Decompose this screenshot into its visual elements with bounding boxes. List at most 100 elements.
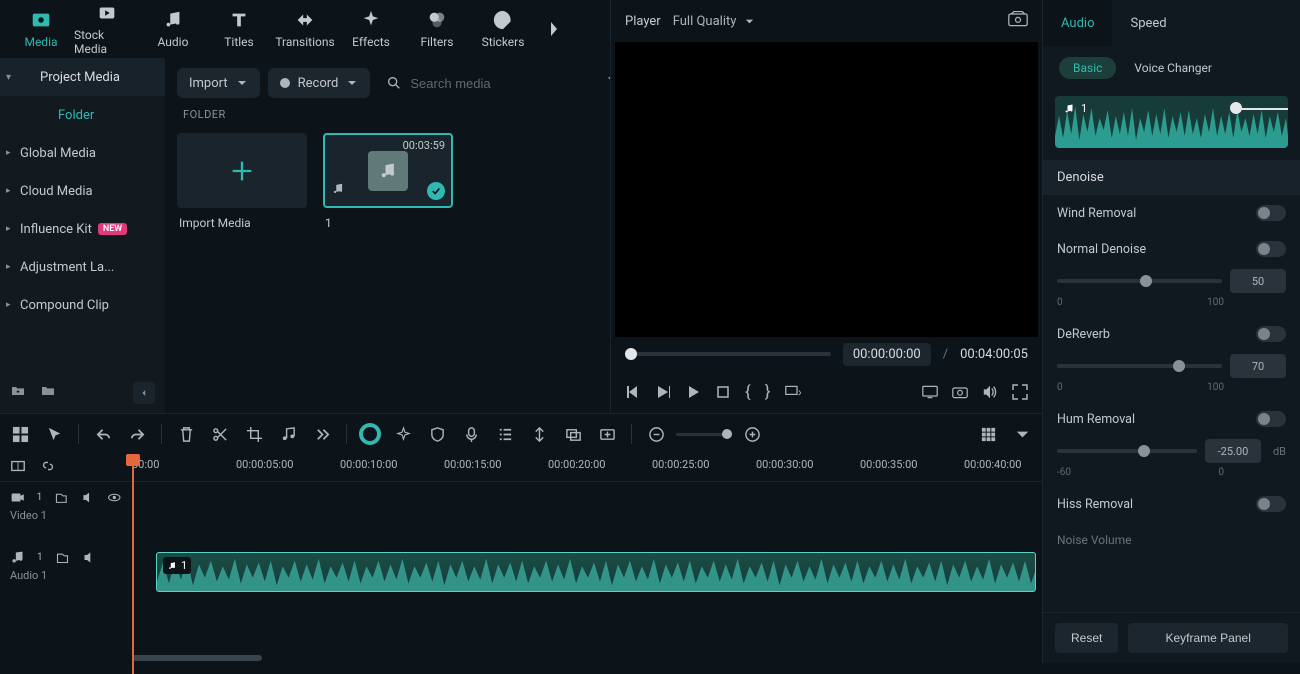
play-icon[interactable] (685, 384, 701, 400)
prev-frame-icon[interactable] (625, 384, 641, 400)
ratio-dropdown[interactable] (785, 384, 801, 400)
tab-stock-media[interactable]: Stock Media (74, 0, 140, 58)
link-icon[interactable] (40, 458, 56, 478)
ai-face-icon[interactable] (359, 423, 381, 445)
marker-icon[interactable] (527, 422, 551, 446)
timecode-current[interactable]: 00:00:00:00 (843, 343, 931, 366)
waveform-preview[interactable]: 1 (1055, 96, 1288, 148)
mark-in-icon[interactable]: { (745, 382, 751, 402)
reset-button[interactable]: Reset (1055, 623, 1118, 653)
import-dropdown[interactable]: Import (177, 68, 260, 98)
hum-value[interactable]: -25.00 (1205, 439, 1261, 463)
crop-icon[interactable] (242, 422, 266, 446)
add-track-icon[interactable] (595, 422, 619, 446)
zoom-slider[interactable] (676, 433, 732, 436)
search-icon (386, 75, 402, 91)
tab-audio[interactable]: Audio (140, 0, 206, 58)
subtab-basic[interactable]: Basic (1059, 57, 1116, 79)
normal-denoise-value[interactable]: 50 (1230, 269, 1286, 293)
slider-normal-denoise[interactable] (1057, 279, 1222, 283)
dereverb-value[interactable]: 70 (1230, 354, 1286, 378)
undo-icon[interactable] (91, 422, 115, 446)
scrub-handle[interactable] (625, 348, 637, 360)
volume-icon[interactable] (982, 384, 998, 400)
redo-icon[interactable] (125, 422, 149, 446)
quality-dropdown[interactable]: Full Quality (673, 14, 756, 29)
slider-hum-removal[interactable] (1057, 449, 1197, 453)
keyframe-panel-button[interactable]: Keyframe Panel (1128, 623, 1288, 653)
media-clip-tile[interactable]: 00:03:59 1 (323, 133, 453, 230)
video-track-header[interactable]: 1 Video 1 (0, 482, 132, 542)
camera-icon[interactable] (952, 384, 968, 400)
track-options-icon[interactable] (1010, 422, 1034, 446)
shield-icon[interactable] (425, 422, 449, 446)
play-pause-icon[interactable] (655, 384, 671, 400)
audio-clip[interactable]: 1 (156, 552, 1036, 592)
playback-scrubber[interactable] (625, 352, 831, 356)
display-icon[interactable] (922, 384, 938, 400)
record-dropdown[interactable]: Record (268, 68, 371, 98)
tab-transitions[interactable]: Transitions (272, 0, 338, 58)
sidebar-item-compound-clip[interactable]: ▸ Compound Clip (0, 286, 165, 324)
toggle-hiss-removal[interactable] (1256, 496, 1286, 512)
tab-filters[interactable]: Filters (404, 0, 470, 58)
mute-icon[interactable] (81, 490, 96, 505)
chevron-down-icon (744, 16, 755, 27)
subtab-voice-changer[interactable]: Voice Changer (1134, 61, 1212, 75)
layout-icon[interactable] (8, 422, 32, 446)
audio-track-lane[interactable]: 1 (132, 542, 1042, 602)
stop-icon[interactable] (715, 384, 731, 400)
toggle-normal-denoise[interactable] (1256, 241, 1286, 257)
sidebar-item-project-media[interactable]: ▾ Project Media (0, 58, 165, 96)
collapse-sidebar-button[interactable] (133, 382, 155, 404)
tab-media[interactable]: Media (8, 0, 74, 58)
sidebar-item-global-media[interactable]: ▸ Global Media (0, 134, 165, 172)
mute-icon[interactable] (82, 550, 97, 565)
audio-tool-icon[interactable] (276, 422, 300, 446)
import-media-tile[interactable]: Import Media (177, 133, 307, 230)
toggle-dereverb[interactable] (1256, 326, 1286, 342)
sidebar-item-folder[interactable]: Folder (0, 96, 165, 134)
search-input[interactable] (410, 76, 586, 91)
list-icon[interactable] (493, 422, 517, 446)
timeline-scrollbar[interactable] (132, 653, 1042, 663)
audio-track-header[interactable]: 1 Audio 1 (0, 542, 132, 602)
snapshot-icon[interactable] (1008, 11, 1028, 31)
group-icon[interactable] (561, 422, 585, 446)
video-viewport[interactable] (615, 42, 1038, 337)
lock-icon[interactable] (54, 490, 69, 505)
zoom-in-icon[interactable] (740, 422, 764, 446)
tab-effects[interactable]: Effects (338, 0, 404, 58)
split-icon[interactable] (208, 422, 232, 446)
sparkle-icon[interactable] (391, 422, 415, 446)
snap-icon[interactable] (10, 458, 26, 478)
timeline-ruler[interactable]: 00:00 00:00:05:00 00:00:10:00 00:00:15:0… (0, 454, 1042, 482)
slider-dereverb[interactable] (1057, 364, 1222, 368)
visibility-icon[interactable] (107, 490, 122, 505)
delete-icon[interactable] (174, 422, 198, 446)
toggle-wind-removal[interactable] (1256, 205, 1286, 221)
more-tools-icon[interactable] (310, 422, 334, 446)
sidebar-item-influence-kit[interactable]: ▸ Influence Kit NEW (0, 210, 165, 248)
props-tab-audio[interactable]: Audio (1043, 0, 1112, 46)
range-handle[interactable] (1230, 102, 1242, 114)
track-height-icon[interactable] (976, 422, 1000, 446)
props-tab-speed[interactable]: Speed (1112, 0, 1184, 46)
tab-stickers[interactable]: Stickers (470, 0, 536, 58)
video-track-lane[interactable] (132, 482, 1042, 542)
cursor-icon[interactable] (42, 422, 66, 446)
lock-icon[interactable] (55, 550, 70, 565)
mark-out-icon[interactable]: } (765, 382, 771, 402)
player-label: Player (625, 14, 661, 29)
toggle-hum-removal[interactable] (1256, 411, 1286, 427)
tabs-overflow-button[interactable] (540, 20, 568, 38)
playhead[interactable] (132, 454, 134, 674)
mic-icon[interactable] (459, 422, 483, 446)
fullscreen-icon[interactable] (1012, 384, 1028, 400)
tab-titles[interactable]: Titles (206, 0, 272, 58)
sidebar-item-cloud-media[interactable]: ▸ Cloud Media (0, 172, 165, 210)
new-folder-icon[interactable] (10, 383, 26, 403)
zoom-out-icon[interactable] (644, 422, 668, 446)
new-bin-icon[interactable] (40, 383, 56, 403)
sidebar-item-adjustment-layer[interactable]: ▸ Adjustment La... (0, 248, 165, 286)
